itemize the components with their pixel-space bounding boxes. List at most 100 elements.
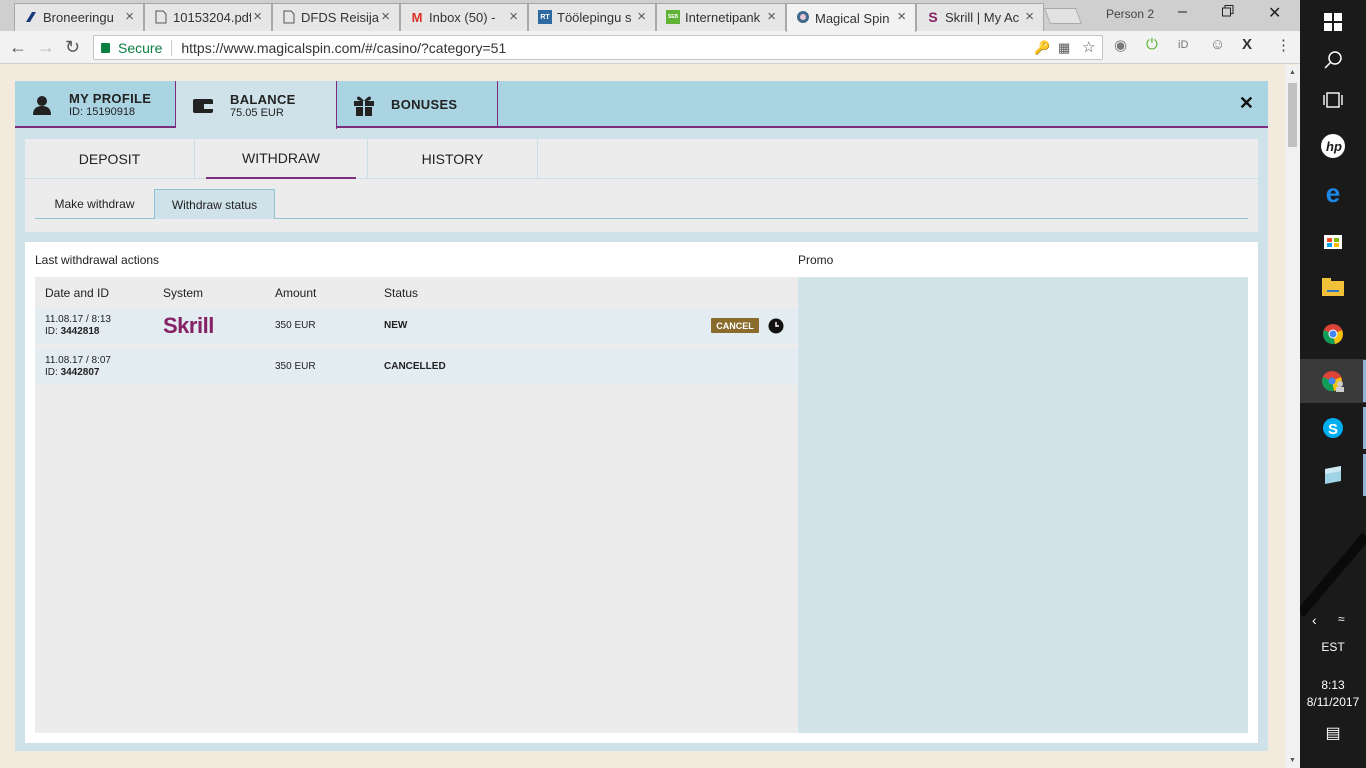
nav-bonuses[interactable]: BONUSES bbox=[337, 81, 498, 128]
chrome-menu-icon[interactable]: ⋮ bbox=[1276, 36, 1291, 54]
profile-person-label[interactable]: Person 2 bbox=[1106, 7, 1154, 21]
id-extension-icon[interactable]: iD bbox=[1178, 39, 1188, 51]
tab-title: 10153204.pdf bbox=[173, 10, 251, 25]
tab-title: Töölepingu s bbox=[557, 10, 632, 25]
dfds-icon bbox=[24, 10, 38, 24]
reload-icon[interactable]: ↻ bbox=[65, 37, 80, 58]
browser-tab-seb[interactable]: SEB Internetipank × bbox=[656, 3, 786, 31]
promo-title: Promo bbox=[798, 253, 834, 267]
store-icon[interactable] bbox=[1300, 218, 1366, 262]
close-panel-icon[interactable]: ✕ bbox=[1239, 93, 1254, 114]
divider bbox=[171, 39, 173, 56]
date-cell: 11.08.17 / 8:13 ID: 3442818 bbox=[35, 308, 152, 344]
document-icon bbox=[282, 10, 296, 24]
tab-deposit[interactable]: DEPOSIT bbox=[25, 139, 195, 179]
close-icon[interactable]: × bbox=[509, 8, 518, 25]
browser-tab-skrill[interactable]: S Skrill | My Ac × bbox=[916, 3, 1044, 31]
nav-balance[interactable]: BALANCE 75.05 EUR bbox=[176, 81, 337, 129]
nav-profile-title: MY PROFILE bbox=[69, 91, 152, 106]
tray-icons: ‹ ≈ bbox=[1300, 600, 1366, 640]
forward-arrow-icon[interactable]: → bbox=[37, 37, 55, 58]
task-view-icon[interactable] bbox=[1300, 78, 1366, 122]
rt-icon: RT bbox=[538, 10, 552, 24]
page-scrollbar[interactable]: ▲ ▼ bbox=[1285, 65, 1300, 768]
window-close-icon[interactable]: ✕ bbox=[1268, 3, 1281, 23]
x-extension-icon[interactable]: X bbox=[1242, 36, 1252, 53]
row-id: 3442818 bbox=[60, 326, 100, 337]
browser-tab-magicalspin[interactable]: Magical Spin × bbox=[786, 3, 916, 32]
globe-extension-icon[interactable]: ◉ bbox=[1114, 36, 1127, 54]
secure-label: Secure bbox=[118, 39, 163, 56]
browser-tab-pdf[interactable]: 10153204.pdf × bbox=[144, 3, 272, 31]
column-header-status: Status bbox=[384, 286, 419, 300]
restore-icon[interactable] bbox=[1222, 4, 1234, 22]
svg-text:hp: hp bbox=[1326, 139, 1342, 154]
key-icon[interactable]: 🔑 bbox=[1034, 40, 1050, 56]
page-area: MY PROFILE ID: 15190918 BALANCE 75.05 EU… bbox=[0, 65, 1285, 768]
withdraw-status-content: Last withdrawal actions Promo Date and I… bbox=[25, 242, 1258, 743]
action-center-icon[interactable]: ▤ bbox=[1300, 723, 1366, 743]
withdrawals-table: Date and ID System Amount Status 11.08.1… bbox=[35, 277, 798, 733]
nav-profile-id: ID: 15190918 bbox=[69, 106, 136, 118]
tab-withdraw[interactable]: WITHDRAW bbox=[206, 139, 356, 179]
close-icon[interactable]: × bbox=[253, 8, 262, 25]
column-header-date: Date and ID bbox=[45, 286, 110, 300]
address-bar[interactable]: Secure https://www.magicalspin.com/#/cas… bbox=[93, 35, 1103, 60]
edge-icon[interactable]: e bbox=[1300, 171, 1366, 215]
new-tab-button[interactable] bbox=[1044, 8, 1082, 24]
table-row: 11.08.17 / 8:13 ID: 3442818 Skrill 350 EU… bbox=[35, 308, 798, 344]
browser-tab-rt[interactable]: RT Töölepingu s × bbox=[528, 3, 656, 31]
promo-box bbox=[798, 277, 1248, 733]
wifi-icon[interactable]: ≈ bbox=[1338, 612, 1345, 626]
sub-tabs: Make withdraw Withdraw status bbox=[35, 189, 1248, 219]
power-extension-icon[interactable]: ⏻ bbox=[1146, 36, 1158, 53]
status-cell: CANCELLED bbox=[374, 349, 798, 385]
scrollbar-thumb[interactable] bbox=[1288, 83, 1297, 147]
row-date: 11.08.17 / 8:07 bbox=[45, 355, 111, 366]
close-icon[interactable]: × bbox=[767, 8, 776, 25]
skype-icon[interactable]: S bbox=[1300, 406, 1366, 450]
browser-tab-broneeringu[interactable]: Broneeringu × bbox=[14, 3, 144, 31]
ghost-extension-icon[interactable]: ☺ bbox=[1210, 36, 1225, 53]
url-text[interactable]: https://www.magicalspin.com/#/casino/?ca… bbox=[181, 40, 506, 56]
chevron-left-icon[interactable]: ‹ bbox=[1312, 612, 1317, 628]
close-icon[interactable]: × bbox=[381, 8, 390, 25]
row-id: 3442807 bbox=[60, 367, 100, 378]
gift-icon bbox=[353, 94, 375, 116]
tab-title: Broneeringu bbox=[43, 10, 114, 25]
chrome-icon[interactable] bbox=[1300, 312, 1366, 356]
nav-my-profile[interactable]: MY PROFILE ID: 15190918 bbox=[15, 81, 176, 128]
cancel-withdraw-button[interactable]: CANCEL bbox=[711, 318, 759, 333]
scroll-up-icon[interactable]: ▲ bbox=[1289, 69, 1296, 76]
lock-icon bbox=[101, 42, 110, 53]
clock-icon bbox=[768, 318, 784, 334]
browser-tab-dfds[interactable]: DFDS Reisija × bbox=[272, 3, 400, 31]
back-arrow-icon[interactable]: ← bbox=[9, 37, 27, 58]
clock-time[interactable]: 8:13 bbox=[1300, 678, 1366, 692]
subtab-withdraw-status[interactable]: Withdraw status bbox=[154, 189, 275, 219]
close-icon[interactable]: × bbox=[637, 8, 646, 25]
translate-icon[interactable]: ▦ bbox=[1058, 40, 1070, 56]
minimize-icon[interactable]: – bbox=[1178, 3, 1187, 21]
scroll-down-icon[interactable]: ▼ bbox=[1289, 757, 1296, 764]
browser-tab-gmail[interactable]: M Inbox (50) - × bbox=[400, 3, 528, 31]
windows-taskbar: hp e S ‹ ≈ EST 8:13 8/11/2017 ▤ bbox=[1300, 0, 1366, 768]
close-icon[interactable]: × bbox=[897, 8, 906, 25]
id-card-app-icon[interactable] bbox=[1300, 453, 1366, 497]
svg-text:S: S bbox=[1328, 421, 1338, 438]
section-title: Last withdrawal actions bbox=[35, 253, 160, 267]
file-explorer-icon[interactable] bbox=[1300, 265, 1366, 309]
chrome-person-icon[interactable] bbox=[1300, 359, 1366, 403]
clock-date[interactable]: 8/11/2017 bbox=[1300, 695, 1366, 709]
language-indicator[interactable]: EST bbox=[1300, 640, 1366, 654]
hp-icon[interactable]: hp bbox=[1300, 124, 1366, 168]
subtab-make-withdraw[interactable]: Make withdraw bbox=[35, 189, 154, 219]
withdraw-section: DEPOSIT WITHDRAW HISTORY Make withdraw W… bbox=[25, 139, 1258, 232]
close-icon[interactable]: × bbox=[1025, 8, 1034, 25]
tab-history[interactable]: HISTORY bbox=[367, 139, 538, 179]
close-icon[interactable]: × bbox=[125, 8, 134, 25]
search-icon[interactable] bbox=[1300, 38, 1366, 82]
tab-title: DFDS Reisija bbox=[301, 10, 379, 25]
star-icon[interactable]: ☆ bbox=[1082, 38, 1095, 56]
table-row: 11.08.17 / 8:07 ID: 3442807 350 EUR CANCE… bbox=[35, 349, 798, 385]
